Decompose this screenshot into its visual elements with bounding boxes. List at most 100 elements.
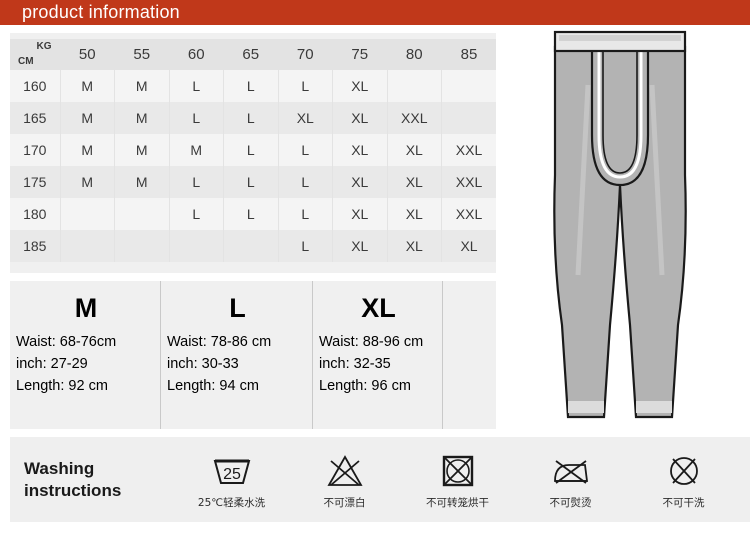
waistband	[553, 30, 687, 53]
size-cell: L	[278, 70, 333, 102]
size-cell: M	[169, 134, 224, 166]
size-cell: L	[278, 134, 333, 166]
size-cell: M	[114, 70, 170, 102]
size-letter: M	[74, 293, 98, 323]
size-chart-table: KG CM 50 55 60 65 70 75 80 85 160 M M L …	[10, 39, 496, 262]
weight-header: 80	[387, 39, 442, 70]
svg-text:25: 25	[223, 466, 241, 483]
waistband-brand-text-strip	[559, 35, 681, 41]
size-cell: L	[278, 230, 333, 262]
product-information-page: product information KG CM 50 55 60 65 70…	[0, 0, 750, 534]
height-label: 175	[10, 166, 61, 198]
no-tumble-dry-icon	[401, 449, 514, 493]
size-cell: XL	[332, 198, 388, 230]
table-row: 175 M M L L L XL XL XXL	[10, 166, 496, 198]
size-cell: XXL	[387, 102, 442, 134]
weight-header: 50	[60, 39, 115, 70]
care-label: 不可熨烫	[549, 497, 592, 509]
measurement-block-empty	[442, 281, 494, 429]
care-label: 不可干洗	[662, 497, 705, 509]
length-line: Length: 94 cm	[167, 378, 259, 394]
care-item-wash-25: 25 25℃轻柔水洗	[175, 449, 288, 510]
size-cell: L	[223, 134, 279, 166]
axis-corner-cell: KG CM	[10, 39, 61, 70]
size-cell: XXL	[441, 134, 496, 166]
care-label: 不可漂白	[323, 497, 366, 509]
page-header-bar: product information	[0, 0, 750, 25]
size-cell: XL	[332, 230, 388, 262]
weight-header: 55	[114, 39, 170, 70]
height-label: 160	[10, 70, 61, 102]
size-cell: XL	[332, 166, 388, 198]
care-item-no-tumble-dry: 不可转笼烘干	[401, 449, 514, 510]
weight-header: 75	[332, 39, 388, 70]
size-cell	[114, 198, 170, 230]
inch-line: inch: 32-35	[319, 356, 391, 372]
care-label: 不可转笼烘干	[426, 497, 489, 509]
size-cell: M	[114, 102, 170, 134]
size-cell	[60, 198, 115, 230]
size-cell: L	[169, 70, 224, 102]
height-label: 180	[10, 198, 61, 230]
size-cell: M	[114, 134, 170, 166]
height-label: 170	[10, 134, 61, 166]
size-cell: M	[60, 70, 115, 102]
inch-line: inch: 27-29	[16, 356, 88, 372]
size-cell: XL	[441, 230, 496, 262]
size-cell: XL	[387, 198, 442, 230]
weight-header: 60	[169, 39, 224, 70]
care-item-no-iron: 不可熨烫	[514, 449, 627, 510]
table-row: 160 M M L L L XL	[10, 70, 496, 102]
size-cell	[60, 230, 115, 262]
table-row: 180 L L L XL XL XXL	[10, 198, 496, 230]
size-cell: L	[169, 198, 224, 230]
size-cell: XL	[332, 134, 388, 166]
no-dry-clean-icon	[627, 449, 740, 493]
corner-cm-label: CM	[18, 56, 34, 67]
table-row: 170 M M M L L XL XL XXL	[10, 134, 496, 166]
no-iron-icon	[514, 449, 627, 493]
size-cell: L	[278, 166, 333, 198]
long-johns-svg	[553, 30, 687, 419]
measurements-panel: M Waist: 68-76cm inch: 27-29 Length: 92 …	[10, 281, 496, 429]
length-line: Length: 96 cm	[319, 378, 411, 394]
size-cell: XL	[332, 102, 388, 134]
weight-header: 65	[223, 39, 279, 70]
inch-line: inch: 30-33	[167, 356, 239, 372]
no-bleach-icon	[288, 449, 401, 493]
washing-title-line2: instructions	[24, 480, 122, 500]
size-cell: XXL	[441, 198, 496, 230]
right-cuff-band	[636, 401, 672, 413]
size-cell: L	[278, 198, 333, 230]
height-label: 185	[10, 230, 61, 262]
size-cell: L	[169, 102, 224, 134]
height-label: 165	[10, 102, 61, 134]
washing-title-line1: Washing	[24, 458, 95, 478]
size-cell: XL	[332, 70, 388, 102]
size-cell: M	[60, 102, 115, 134]
product-illustration	[500, 25, 750, 435]
size-cell	[441, 70, 496, 102]
size-letter: L	[229, 293, 246, 323]
size-cell: XL	[278, 102, 333, 134]
waist-line: Waist: 78-86 cm	[167, 334, 272, 350]
size-cell: L	[169, 166, 224, 198]
measurement-block-l: L Waist: 78-86 cm inch: 30-33 Length: 94…	[160, 281, 312, 429]
size-cell	[114, 230, 170, 262]
weight-header: 85	[441, 39, 496, 70]
size-cell: L	[223, 166, 279, 198]
table-row: 165 M M L L XL XL XXL	[10, 102, 496, 134]
wash-tub-25-icon: 25	[175, 449, 288, 493]
corner-kg-label: KG	[36, 41, 52, 52]
left-cuff-band	[568, 401, 604, 413]
length-line: Length: 92 cm	[16, 378, 108, 394]
size-cell	[169, 230, 224, 262]
page-title: product information	[22, 2, 180, 22]
size-cell	[441, 102, 496, 134]
size-cell: M	[60, 134, 115, 166]
size-cell: M	[60, 166, 115, 198]
size-chart-panel: KG CM 50 55 60 65 70 75 80 85 160 M M L …	[10, 33, 496, 273]
size-cell: XL	[387, 166, 442, 198]
washing-instructions-panel: Washing instructions 25 25℃轻柔水洗 不可漂白 不可转…	[10, 437, 750, 522]
waist-line: Waist: 68-76cm	[16, 334, 117, 350]
